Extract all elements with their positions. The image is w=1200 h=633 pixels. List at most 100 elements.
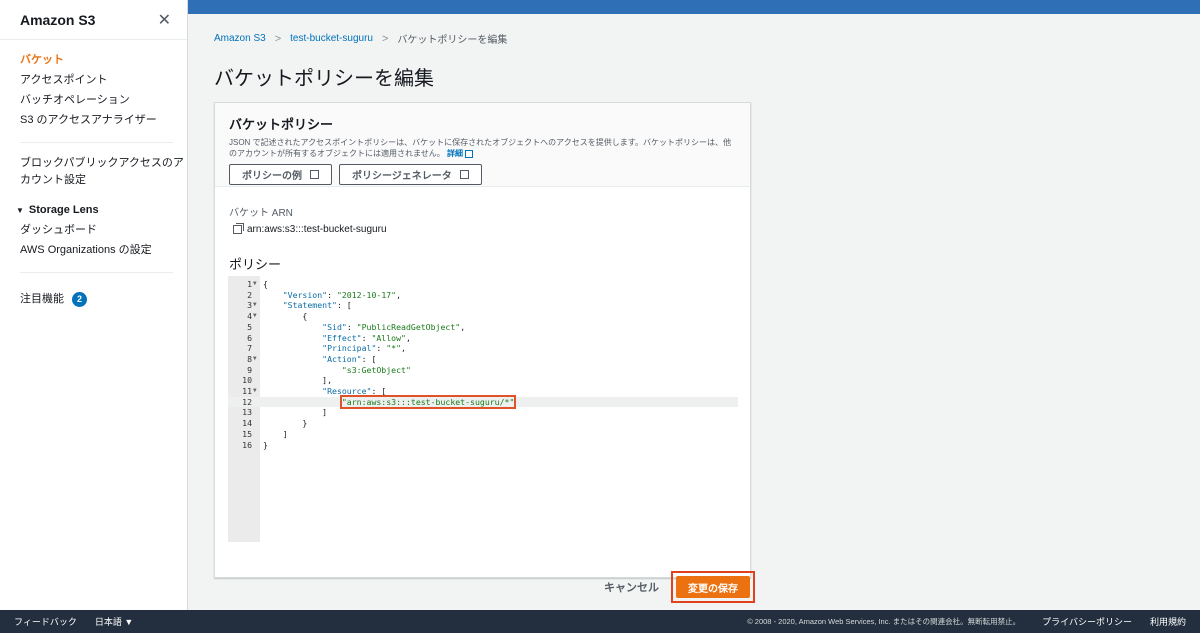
sidebar-item-dashboard[interactable]: ダッシュボード bbox=[20, 220, 187, 240]
breadcrumb-bucket[interactable]: test-bucket-suguru bbox=[290, 33, 373, 44]
bucket-arn-value: arn:aws:s3:::test-bucket-suguru bbox=[233, 223, 387, 235]
line-number: 2 bbox=[247, 289, 252, 300]
code-text: "Version": "2012-10-17", bbox=[282, 289, 402, 300]
sidebar-header: Amazon S3 ✕ bbox=[0, 0, 187, 40]
line-number: 10 bbox=[242, 375, 252, 386]
footer-right: © 2008 - 2020, Amazon Web Services, Inc.… bbox=[747, 615, 1186, 628]
fold-caret-icon[interactable]: ▼ bbox=[253, 300, 257, 311]
terms-link[interactable]: 利用規約 bbox=[1150, 615, 1186, 628]
fold-caret-icon[interactable]: ▼ bbox=[253, 354, 257, 365]
language-selector[interactable]: 日本語 ▼ bbox=[95, 615, 133, 628]
code-text: { bbox=[263, 311, 308, 322]
code-line: 4 ▼ { bbox=[228, 311, 738, 322]
policy-label: ポリシー bbox=[229, 257, 282, 272]
line-number: 12 bbox=[242, 396, 252, 407]
page-title: バケットポリシーを編集 bbox=[214, 68, 434, 90]
top-navigation-bar bbox=[188, 0, 1200, 14]
code-text: ], bbox=[263, 375, 333, 386]
learn-more-link[interactable]: 詳細 bbox=[447, 149, 463, 158]
code-line: 15 ] bbox=[228, 429, 738, 440]
code-text: "s3:GetObject" bbox=[341, 364, 411, 375]
code-text: ] bbox=[263, 428, 288, 439]
code-line: 13 ] bbox=[228, 407, 738, 418]
sidebar-storage-lens-toggle[interactable]: ▼ Storage Lens bbox=[8, 201, 187, 220]
sidebar-item-featured[interactable]: 注目機能 2 bbox=[20, 289, 187, 309]
fold-caret-icon[interactable]: ▼ bbox=[253, 386, 257, 397]
featured-count-badge: 2 bbox=[72, 292, 87, 307]
code-line: 10 ], bbox=[228, 375, 738, 386]
bucket-policy-panel: バケットポリシー JSON で記述されたアクセスポイントポリシーは、バケットに保… bbox=[214, 102, 751, 578]
panel-description: JSON で記述されたアクセスポイントポリシーは、バケットに保存されたオブジェク… bbox=[229, 137, 749, 159]
bucket-arn-label: バケット ARN bbox=[229, 208, 293, 219]
sidebar-item-access-analyzer[interactable]: S3 のアクセスアナライザー bbox=[20, 110, 187, 130]
code-line: 2 "Version": "2012-10-17", bbox=[228, 290, 738, 301]
code-text: "Sid": "PublicReadGetObject", bbox=[322, 321, 466, 332]
close-icon[interactable]: ✕ bbox=[158, 10, 171, 30]
code-text: "Principal": "*", bbox=[322, 343, 406, 354]
save-button-highlight: 変更の保存 bbox=[671, 571, 755, 603]
code-text: { bbox=[263, 279, 268, 289]
line-number: 15 bbox=[242, 428, 252, 439]
privacy-policy-link[interactable]: プライバシーポリシー bbox=[1042, 615, 1132, 628]
policy-examples-button[interactable]: ポリシーの例 bbox=[229, 164, 332, 185]
panel-desc-line2: のアカウントが所有するオブジェクトには適用されません。 bbox=[229, 149, 445, 158]
line-number: 8 bbox=[247, 353, 252, 364]
code-line: 14 } bbox=[228, 418, 738, 429]
code-text: "arn:aws:s3:::test-bucket-suguru/*" bbox=[263, 394, 517, 409]
sidebar-item-batch-operations[interactable]: バッチオペレーション bbox=[20, 90, 187, 110]
line-number: 9 bbox=[247, 364, 252, 375]
sidebar-item-access-points[interactable]: アクセスポイント bbox=[20, 70, 187, 90]
sidebar-title: Amazon S3 bbox=[20, 11, 96, 28]
sidebar-item-block-public-line1: ブロックパブリックアクセスのア bbox=[20, 157, 184, 169]
code-text: "Action": [ bbox=[322, 353, 377, 364]
line-number: 11 bbox=[242, 386, 252, 396]
main-content: Amazon S3 > test-bucket-suguru > バケットポリシ… bbox=[188, 14, 1200, 610]
code-line: 9 "s3:GetObject" bbox=[228, 365, 738, 376]
code-text: } bbox=[263, 439, 268, 450]
policy-generator-button[interactable]: ポリシージェネレータ bbox=[339, 164, 482, 185]
code-line: 12 "arn:aws:s3:::test-bucket-suguru/*" bbox=[228, 394, 738, 409]
breadcrumb: Amazon S3 > test-bucket-suguru > バケットポリシ… bbox=[214, 31, 508, 47]
panel-desc-line1: JSON で記述されたアクセスポイントポリシーは、バケットに保存されたオブジェク… bbox=[229, 138, 731, 147]
code-line: 8 ▼ "Action": [ bbox=[228, 354, 738, 365]
breadcrumb-amazon-s3[interactable]: Amazon S3 bbox=[214, 33, 266, 44]
save-changes-button[interactable]: 変更の保存 bbox=[676, 576, 750, 598]
line-number: 6 bbox=[247, 332, 252, 343]
policy-generator-label: ポリシージェネレータ bbox=[352, 171, 452, 182]
sidebar-list: バケット アクセスポイント バッチオペレーション S3 のアクセスアナライザー bbox=[0, 40, 187, 130]
line-number: 5 bbox=[247, 321, 252, 332]
code-text: "Effect": "Allow", bbox=[322, 332, 411, 343]
external-link-icon bbox=[465, 149, 473, 158]
panel-title: バケットポリシー bbox=[229, 117, 334, 132]
code-line: 3 ▼ "Statement": [ bbox=[228, 300, 738, 311]
cancel-button[interactable]: キャンセル bbox=[604, 579, 659, 595]
line-number: 13 bbox=[242, 407, 252, 418]
external-link-icon bbox=[459, 170, 469, 179]
code-text: "Resource": [ bbox=[322, 386, 387, 396]
code-line: 6 "Effect": "Allow", bbox=[228, 333, 738, 344]
panel-header: バケットポリシー JSON で記述されたアクセスポイントポリシーは、バケットに保… bbox=[215, 103, 750, 187]
fold-caret-icon[interactable]: ▼ bbox=[253, 279, 257, 290]
line-number: 1 bbox=[247, 279, 252, 289]
side-navigation: Amazon S3 ✕ バケット アクセスポイント バッチオペレーション S3 … bbox=[0, 0, 188, 610]
sidebar-item-aws-organizations[interactable]: AWS Organizations の設定 bbox=[20, 240, 187, 260]
policy-examples-label: ポリシーの例 bbox=[242, 171, 302, 182]
fold-caret-icon[interactable]: ▼ bbox=[253, 311, 257, 322]
line-number: 16 bbox=[242, 439, 252, 450]
caret-down-icon: ▼ bbox=[16, 206, 24, 215]
sidebar-item-buckets[interactable]: バケット bbox=[20, 50, 187, 70]
sidebar-divider-2 bbox=[20, 272, 173, 273]
code-text: ] bbox=[263, 407, 328, 418]
code-text: } bbox=[263, 418, 308, 429]
breadcrumb-current: バケットポリシーを編集 bbox=[397, 35, 508, 46]
policy-code-editor[interactable]: 1 ▼{2 "Version": "2012-10-17", 3 ▼ "Stateme… bbox=[228, 276, 738, 542]
sidebar-block-public-access[interactable]: ブロックパブリックアクセスのア カウント設定 bbox=[0, 155, 187, 189]
copyright-text: © 2008 - 2020, Amazon Web Services, Inc.… bbox=[747, 617, 1021, 626]
featured-label: 注目機能 bbox=[20, 293, 64, 305]
sidebar-divider bbox=[20, 142, 173, 143]
form-actions: キャンセル 変更の保存 bbox=[604, 571, 755, 603]
copy-icon[interactable] bbox=[233, 223, 244, 234]
feedback-link[interactable]: フィードバック bbox=[14, 615, 77, 628]
line-number: 7 bbox=[247, 343, 252, 354]
code-line: 16} bbox=[228, 440, 738, 451]
